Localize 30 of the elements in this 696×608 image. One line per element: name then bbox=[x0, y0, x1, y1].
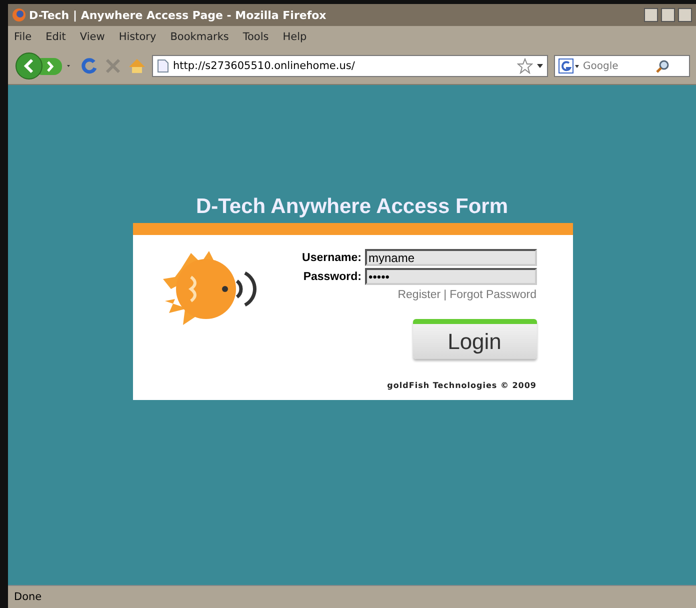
dropdown-icon[interactable] bbox=[537, 64, 543, 68]
minimize-button[interactable] bbox=[644, 8, 658, 22]
menu-item[interactable]: Tools bbox=[242, 31, 269, 43]
copyright-text: goldFish Technologies © 2009 bbox=[387, 381, 536, 390]
star-icon[interactable] bbox=[517, 58, 533, 74]
close-button[interactable] bbox=[678, 8, 692, 22]
form-title: D-Tech Anywhere Access Form bbox=[196, 195, 508, 219]
maximize-button[interactable] bbox=[661, 8, 675, 22]
menu-item[interactable]: History bbox=[118, 31, 156, 43]
search-icon[interactable] bbox=[656, 59, 670, 73]
window-title: D-Tech | Anywhere Access Page - Mozilla Firefox bbox=[29, 8, 328, 22]
input-field[interactable]: myname bbox=[364, 249, 536, 266]
separator: | bbox=[444, 289, 447, 301]
firefox-icon bbox=[12, 8, 26, 22]
menu-item[interactable]: Help bbox=[282, 31, 307, 43]
input-field[interactable]: ••••• bbox=[364, 268, 536, 285]
register-link[interactable]: Register bbox=[398, 289, 441, 301]
address-field[interactable]: http://s273605510.onlinehome.us/ bbox=[152, 55, 548, 77]
search-field[interactable]: Google bbox=[554, 55, 690, 77]
menu-item[interactable]: View bbox=[80, 31, 105, 43]
forgot-password-link[interactable]: Forgot Password bbox=[450, 289, 536, 301]
page-icon bbox=[157, 59, 169, 73]
menu-item[interactable]: Edit bbox=[46, 31, 66, 43]
field-label: Username: bbox=[301, 252, 362, 264]
menu-item[interactable]: File bbox=[14, 31, 32, 43]
menu-item[interactable]: Bookmarks bbox=[170, 31, 229, 43]
field-label: Password: bbox=[302, 270, 362, 282]
search-engine-icon[interactable] bbox=[558, 58, 580, 74]
status-text: Done bbox=[14, 591, 42, 603]
login-button[interactable]: Login bbox=[412, 319, 536, 359]
